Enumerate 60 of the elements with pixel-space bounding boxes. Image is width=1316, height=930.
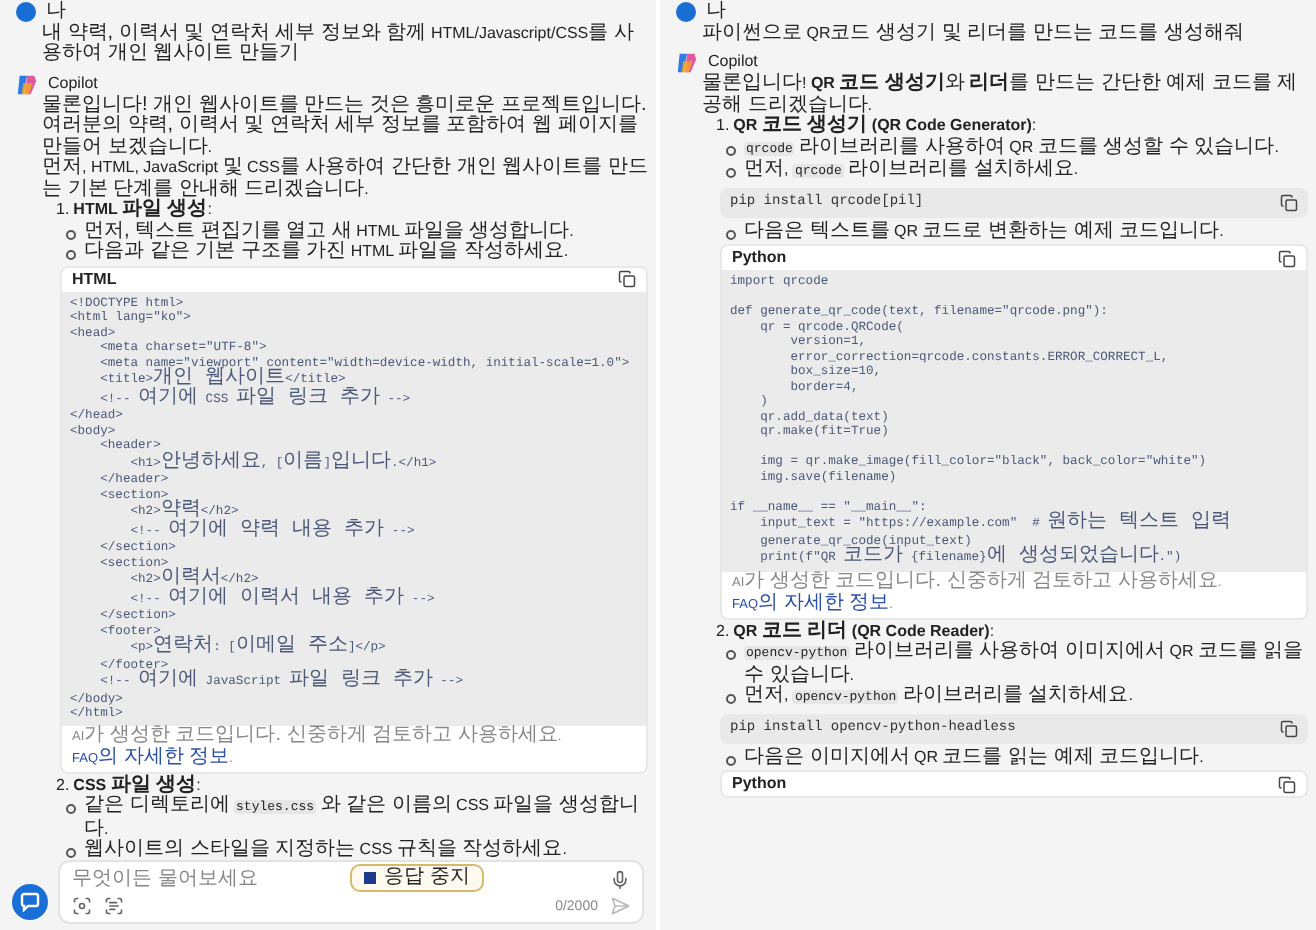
copy-button[interactable] [1278,249,1296,267]
list-item-text: 먼저, 텍스트 편집기를 열고 새 HTML 파일을 생성합니다. [84,221,574,241]
step-number: 2. [56,775,70,796]
step-number: 1. [56,200,70,221]
stop-response-button[interactable]: 응답 중지 [350,864,484,892]
list-item-text: 다음은 이미지에서 QR 코드를 읽는 예제 코드입니다. [744,747,1204,768]
list-item-text: 다음은 텍스트를 QR 코드로 변환하는 예제 코드입니다. [744,221,1224,242]
copy-icon [1278,249,1296,267]
response-paragraph: 물론입니다! 개인 웹사이트를 만드는 것은 흥미로운 프로젝트입니다. 여러분의 약력, 이력서 및 연락처 세부 정보를 포함하여 웹 페이지를 만들어 보겠습니다. [42,95,648,157]
bullet-icon [66,229,76,239]
step-title: HTML 파일 생성: [73,200,212,221]
image-scan-button[interactable] [104,896,124,916]
bullet-icon [66,804,76,814]
bullet-icon [726,650,736,660]
step-title: QR 코드 리더 (QR Code Reader): [733,621,995,641]
step-title: CSS 파일 생성: [73,775,201,795]
focus-button[interactable] [72,896,92,916]
copy-button[interactable] [618,270,636,288]
step-number: 1. [716,116,730,137]
user-message: 내 약력, 이력서 및 연락처 세부 정보와 함께 HTML/Javascript/CSS를 사용하여 개인 웹사이트 만들기 [42,23,636,65]
new-topic-button[interactable] [12,884,48,920]
assistant-name: Copilot [708,52,758,73]
user-name: 나 [706,2,726,23]
scan-text-icon [104,896,124,916]
copy-icon [1280,719,1298,737]
chat-bubble-icon [20,892,40,912]
assistant-name: Copilot [48,73,98,95]
bullet-icon [726,145,736,155]
copilot-logo-icon [16,73,38,95]
copy-button[interactable] [1280,719,1298,737]
step-title: QR 코드 생성기 (QR Code Generator): [733,116,1037,137]
bullet-icon [726,168,736,178]
bullet-icon [66,848,76,858]
copy-icon [1280,193,1298,211]
copy-icon [1278,775,1296,793]
user-name: 나 [46,2,66,23]
list-item-text: 웹사이트의 스타일을 지정하는 CSS 규칙을 작성하세요. [84,840,567,861]
copy-button[interactable] [1280,193,1298,211]
bullet-icon [726,755,736,765]
code-language: Python [732,774,787,794]
code-language: HTML [72,269,117,289]
bullet-icon [66,250,76,260]
list-item-text: 다음과 같은 기본 구조를 가진 HTML 파일을 작성하세요. [84,242,569,263]
stop-icon [364,872,376,884]
copy-icon [618,270,636,288]
code-language: Python [732,248,787,268]
bullet-icon [726,694,736,704]
user-message: 파이썬으로 QR코드 생성기 및 리더를 만드는 코드를 생성해줘 [702,23,1246,44]
response-paragraph: 물론입니다! QR 코드 생성기와 리더를 만드는 간단한 예제 코드를 제공해 드리겠습니다. [702,74,1300,115]
copilot-logo-icon [676,52,698,74]
response-paragraph: 먼저, HTML, JavaScript 및 CSS를 사용하여 간단한 개인 웹사이트를 만드는 기본 단계를 안내해 드리겠습니다. [42,158,648,199]
user-avatar [16,2,36,23]
bullet-icon [726,229,736,239]
user-avatar [676,2,696,23]
microphone-icon [610,869,630,889]
microphone-button[interactable] [610,869,630,889]
step-number: 2. [716,621,730,642]
copy-button[interactable] [1278,775,1296,793]
focus-icon [72,896,92,916]
send-icon [610,896,630,916]
